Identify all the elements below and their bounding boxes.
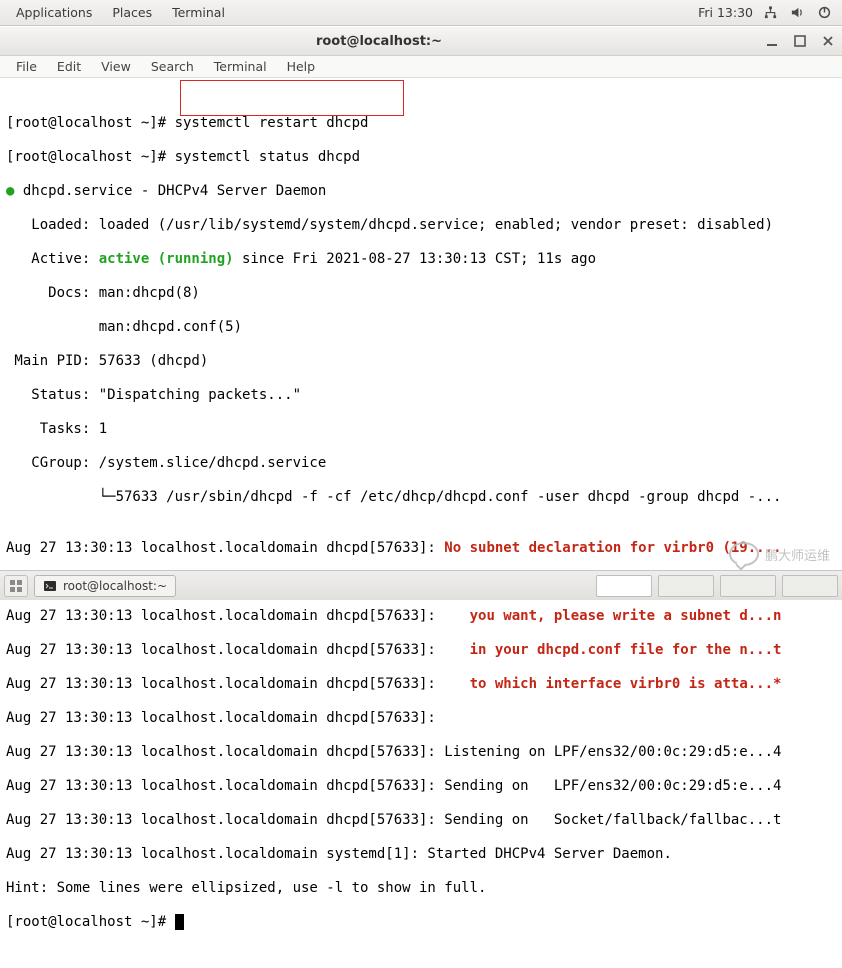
menu-terminal-launcher[interactable]: Terminal (162, 5, 235, 20)
terminal-line: Docs: man:dhcpd(8) (6, 285, 836, 302)
menu-help[interactable]: Help (277, 59, 326, 74)
terminal-line: Main PID: 57633 (dhcpd) (6, 353, 836, 370)
terminal-viewport[interactable]: [root@localhost ~]# systemctl restart dh… (0, 78, 842, 968)
terminal-line: Aug 27 13:30:13 localhost.localdomain dh… (6, 744, 836, 761)
workspace-4[interactable] (782, 575, 838, 597)
terminal-line: man:dhcpd.conf(5) (6, 319, 836, 336)
terminal-line: Status: "Dispatching packets..." (6, 387, 836, 404)
power-icon[interactable] (817, 5, 832, 20)
clock[interactable]: Fri 13:30 (688, 5, 763, 20)
watermark: 鹏大师运维 (729, 542, 830, 566)
workspace-1[interactable] (596, 575, 652, 597)
terminal-line: [root@localhost ~]# systemctl status dhc… (6, 149, 836, 166)
minimize-button[interactable] (762, 31, 782, 51)
terminal-line: Aug 27 13:30:13 localhost.localdomain dh… (6, 778, 836, 795)
terminal-line: [root@localhost ~]# (6, 914, 836, 931)
show-desktop-button[interactable] (4, 575, 28, 597)
wechat-icon (729, 542, 759, 566)
menu-file[interactable]: File (6, 59, 47, 74)
terminal-menubar: File Edit View Search Terminal Help (0, 56, 842, 78)
volume-icon[interactable] (790, 5, 805, 20)
terminal-line: Tasks: 1 (6, 421, 836, 438)
task-terminal-label: root@localhost:~ (63, 579, 167, 593)
terminal-line: └─57633 /usr/sbin/dhcpd -f -cf /etc/dhcp… (6, 489, 836, 506)
terminal-line: Aug 27 13:30:13 localhost.localdomain dh… (6, 642, 836, 659)
menu-search[interactable]: Search (141, 59, 204, 74)
menu-places[interactable]: Places (102, 5, 162, 20)
menu-edit[interactable]: Edit (47, 59, 91, 74)
menu-view[interactable]: View (91, 59, 141, 74)
terminal-line: Aug 27 13:30:13 localhost.localdomain dh… (6, 608, 836, 625)
watermark-text: 鹏大师运维 (765, 545, 830, 564)
terminal-line: Loaded: loaded (/usr/lib/systemd/system/… (6, 217, 836, 234)
gnome-top-panel: Applications Places Terminal Fri 13:30 (0, 0, 842, 26)
terminal-line: Aug 27 13:30:13 localhost.localdomain dh… (6, 710, 836, 727)
terminal-icon (43, 579, 57, 593)
gnome-bottom-panel: root@localhost:~ (0, 570, 842, 600)
menu-applications[interactable]: Applications (6, 5, 102, 20)
text-cursor (175, 914, 184, 930)
task-terminal[interactable]: root@localhost:~ (34, 575, 176, 597)
terminal-line: Aug 27 13:30:13 localhost.localdomain dh… (6, 676, 836, 693)
workspace-3[interactable] (720, 575, 776, 597)
terminal-line: CGroup: /system.slice/dhcpd.service (6, 455, 836, 472)
maximize-button[interactable] (790, 31, 810, 51)
terminal-line: Aug 27 13:30:13 localhost.localdomain dh… (6, 812, 836, 829)
close-button[interactable] (818, 31, 838, 51)
annotation-red-box (180, 80, 404, 116)
terminal-line: Aug 27 13:30:13 localhost.localdomain dh… (6, 540, 836, 557)
window-titlebar[interactable]: root@localhost:~ (0, 26, 842, 56)
terminal-line: [root@localhost ~]# systemctl restart dh… (6, 115, 836, 132)
terminal-window: root@localhost:~ File Edit View Search T… (0, 26, 842, 968)
window-title: root@localhost:~ (0, 34, 758, 49)
menu-terminal[interactable]: Terminal (204, 59, 277, 74)
network-icon[interactable] (763, 5, 778, 20)
terminal-line: Active: active (running) since Fri 2021-… (6, 251, 836, 268)
terminal-line: ● dhcpd.service - DHCPv4 Server Daemon (6, 183, 836, 200)
terminal-line: Aug 27 13:30:13 localhost.localdomain sy… (6, 846, 836, 863)
terminal-line: Hint: Some lines were ellipsized, use -l… (6, 880, 836, 897)
workspace-2[interactable] (658, 575, 714, 597)
